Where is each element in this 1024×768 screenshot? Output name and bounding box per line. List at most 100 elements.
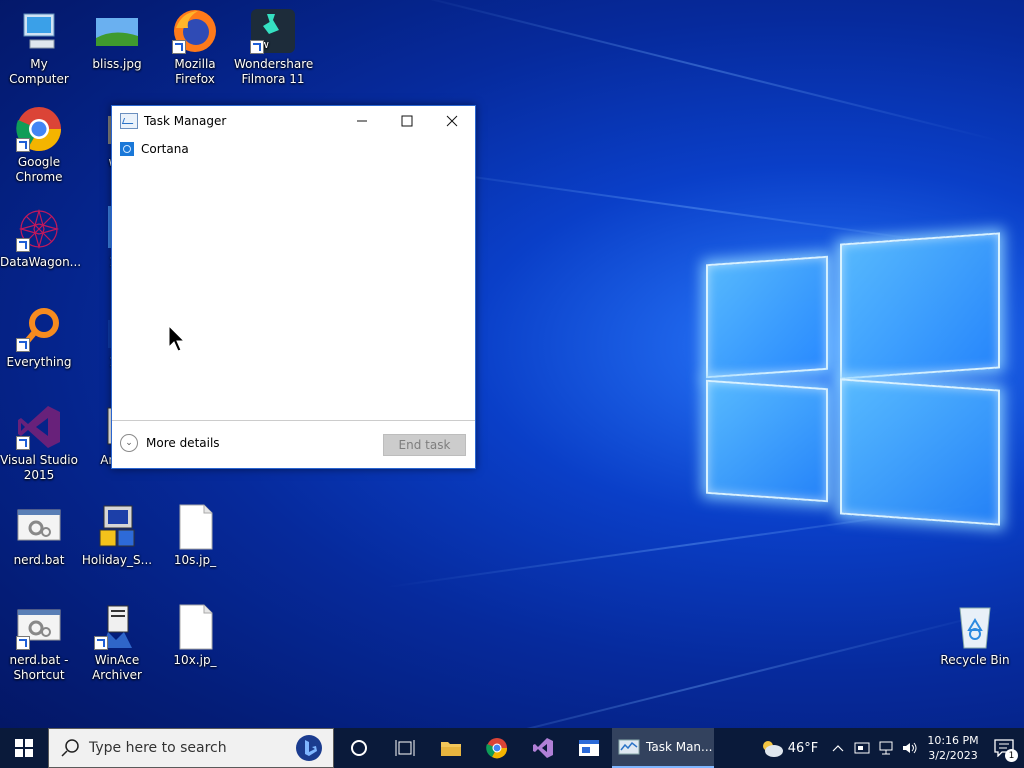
show-hidden-icons-button[interactable]	[826, 728, 850, 768]
icon-label: Mozilla Firefox	[174, 57, 216, 86]
shortcut-arrow-icon	[172, 40, 186, 54]
chevron-down-icon: ⌄	[120, 434, 138, 452]
window-app-icon	[579, 740, 599, 756]
network-icon	[879, 741, 893, 755]
icon-label: bliss.jpg	[92, 57, 142, 71]
folder-icon	[441, 742, 461, 756]
maximize-button[interactable]	[384, 106, 430, 135]
chrome-taskbar-button[interactable]	[474, 728, 520, 768]
windows-logo-icon	[15, 739, 33, 757]
app-row-cortana[interactable]: Cortana	[120, 142, 189, 156]
cortana-circle-icon	[351, 740, 367, 756]
desktop-icon-datawagon[interactable]: DataWagon...	[0, 206, 82, 270]
desktop-icon-visual-studio[interactable]: Visual Studio 2015	[0, 404, 78, 483]
icon-label: Everything	[6, 355, 72, 369]
desktop-icon-holiday[interactable]: Holiday_S...	[78, 504, 156, 568]
minimize-button[interactable]	[339, 106, 385, 135]
title-bar[interactable]: Task Manager	[112, 106, 475, 135]
cortana-button[interactable]	[336, 728, 382, 768]
close-icon	[446, 115, 458, 126]
filmora-icon: w	[250, 8, 296, 54]
bing-icon[interactable]	[295, 734, 323, 762]
desktop-icon-nerd-bat[interactable]: nerd.bat	[0, 504, 78, 568]
more-details-label: More details	[146, 436, 220, 450]
search-magnifier-icon	[16, 306, 62, 352]
file-icon	[172, 604, 218, 650]
speaker-icon	[903, 742, 917, 754]
weather-temp: 46°F	[787, 740, 819, 756]
more-details-button[interactable]: ⌄ More details	[120, 434, 220, 452]
tray-icon-1[interactable]	[850, 728, 874, 768]
windows-logo-wallpaper	[706, 232, 1006, 532]
desktop-icon-bliss[interactable]: bliss.jpg	[78, 8, 156, 72]
winace-icon	[94, 604, 140, 650]
search-box[interactable]: Type here to search	[48, 728, 334, 768]
taskbar: Type here to search Task Man... 46°F 10:…	[0, 728, 1024, 768]
clock[interactable]: 10:16 PM 3/2/2023	[922, 733, 984, 763]
shortcut-arrow-icon	[16, 636, 30, 650]
footer-divider	[112, 420, 475, 421]
taskbar-task-manager[interactable]: Task Man...	[612, 728, 714, 768]
desktop-icon-10s-jp[interactable]: 10s.jp_	[156, 504, 234, 568]
desktop-icon-winace[interactable]: WinAce Archiver	[78, 604, 156, 683]
desktop-icon-my-computer[interactable]: My Computer	[0, 8, 78, 87]
system-tray: 46°F 10:16 PM 3/2/2023 1	[750, 728, 1024, 768]
computer-icon	[16, 8, 62, 54]
task-view-icon	[395, 740, 415, 756]
shortcut-arrow-icon	[16, 138, 30, 152]
chrome-icon	[486, 738, 508, 759]
start-button[interactable]	[0, 728, 48, 768]
device-icon	[854, 742, 870, 754]
desktop-icon-10x-jp[interactable]: 10x.jp_	[156, 604, 234, 668]
file-icon	[172, 504, 218, 550]
shortcut-arrow-icon	[94, 636, 108, 650]
desktop-icon-everything[interactable]: Everything	[0, 306, 78, 370]
file-explorer-button[interactable]	[428, 728, 474, 768]
icon-label: My Computer	[9, 57, 69, 86]
search-placeholder: Type here to search	[89, 740, 227, 756]
task-view-button[interactable]	[382, 728, 428, 768]
chrome-icon	[16, 106, 62, 152]
task-manager-window[interactable]: Task Manager Cortana ⌄ More details End …	[111, 105, 476, 469]
end-task-button: End task	[383, 434, 466, 456]
desktop-icon-filmora[interactable]: w Wondershare Filmora 11	[234, 8, 314, 87]
icon-label: DataWagon...	[0, 255, 82, 269]
icon-label: 10x.jp_	[173, 653, 217, 667]
network-button[interactable]	[874, 728, 898, 768]
shortcut-arrow-icon	[250, 40, 264, 54]
clock-date: 3/2/2023	[928, 749, 978, 762]
visual-studio-icon	[533, 738, 553, 758]
batch-file-icon	[16, 604, 62, 650]
task-manager-icon	[120, 112, 138, 129]
desktop-icon-recycle-bin[interactable]: Recycle Bin	[936, 604, 1014, 668]
desktop-icon-nerd-bat-shortcut[interactable]: nerd.bat - Shortcut	[0, 604, 78, 683]
desktop-icon-firefox[interactable]: Mozilla Firefox	[156, 8, 234, 87]
visual-studio-taskbar-button[interactable]	[520, 728, 566, 768]
image-file-icon	[94, 8, 140, 54]
datawagon-icon	[16, 206, 62, 252]
installer-icon	[94, 504, 140, 550]
maximize-icon	[401, 115, 413, 126]
icon-label: Visual Studio 2015	[0, 453, 78, 482]
desktop-icon-google-chrome[interactable]: Google Chrome	[0, 106, 78, 185]
notification-badge: 1	[1005, 749, 1018, 762]
action-center-button[interactable]: 1	[984, 728, 1024, 768]
window-title: Task Manager	[144, 113, 227, 128]
icon-label: WinAce Archiver	[92, 653, 142, 682]
app-name: Cortana	[141, 142, 189, 156]
icon-label: Recycle Bin	[940, 653, 1010, 667]
batch-file-icon	[16, 504, 62, 550]
weather-widget[interactable]: 46°F	[750, 728, 826, 768]
icon-label: Holiday_S...	[81, 553, 153, 567]
app-taskbar-button[interactable]	[566, 728, 612, 768]
volume-button[interactable]	[898, 728, 922, 768]
visual-studio-icon	[16, 404, 62, 450]
minimize-icon	[357, 120, 367, 121]
mouse-cursor-icon	[168, 325, 186, 352]
icon-label: Wondershare Filmora 11	[234, 57, 314, 86]
close-button[interactable]	[429, 106, 475, 135]
taskbar-app-label: Task Man...	[646, 740, 713, 754]
icon-label: Google Chrome	[15, 155, 63, 184]
shortcut-arrow-icon	[16, 338, 30, 352]
weather-cloud-icon	[762, 741, 783, 757]
